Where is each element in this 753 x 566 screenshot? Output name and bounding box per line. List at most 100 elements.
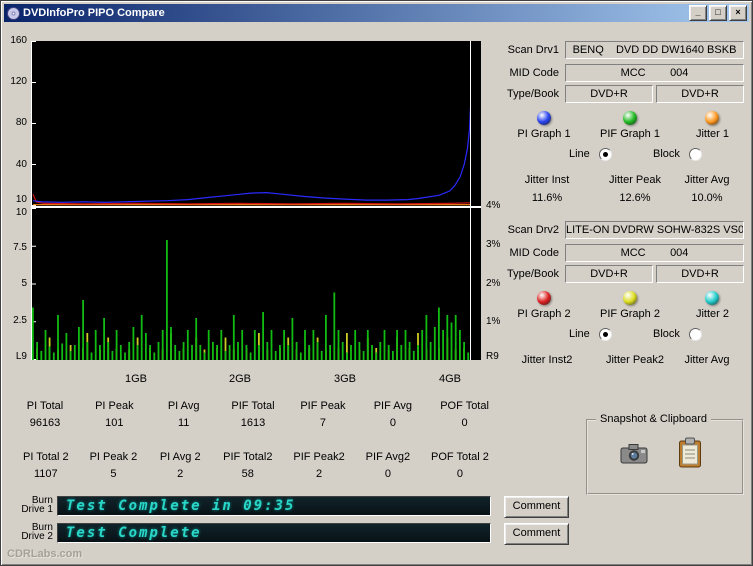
pif-drive1-bars xyxy=(442,330,444,360)
jitter-inst1-label: Jitter Inst xyxy=(524,174,570,186)
jitter-avg2-label: Jitter Avg xyxy=(684,354,730,366)
pif-drive1-bars xyxy=(270,330,273,360)
pif-drive1-bars xyxy=(266,342,269,360)
line1-radio[interactable] xyxy=(599,148,612,161)
pif-drive1-bars xyxy=(241,330,244,360)
pif-drive1-bars xyxy=(199,345,202,360)
pif-drive1-bars xyxy=(82,300,84,360)
pif-drive1-bars xyxy=(136,345,139,360)
pif-drive1-bars xyxy=(341,342,344,360)
block2-label: Block xyxy=(653,328,680,340)
pif-graph2-led-icon[interactable] xyxy=(623,291,637,305)
jitter2-led-icon[interactable] xyxy=(705,291,719,305)
comment2-button[interactable]: Comment xyxy=(504,523,569,545)
camera-snapshot-icon[interactable] xyxy=(620,443,648,465)
pif-drive1-bars xyxy=(459,330,461,360)
y-tick: 40 xyxy=(15,159,27,170)
pif-drive1-bars xyxy=(454,315,457,360)
pif-drive1-bars xyxy=(467,352,470,360)
stat-cell: PIF Peak 7 xyxy=(300,400,345,429)
block1-radio[interactable] xyxy=(689,148,702,161)
pif-graph1-led-icon[interactable] xyxy=(623,111,637,125)
jitter-peak2-label: Jitter Peak2 xyxy=(605,354,665,366)
stat-value: 96163 xyxy=(29,417,61,429)
pif-drive1-bars xyxy=(182,342,185,360)
x-tick: 3GB xyxy=(333,373,356,385)
jitter-peak1-label: Jitter Peak xyxy=(609,174,661,186)
close-button[interactable]: × xyxy=(729,5,747,21)
mid-code2-value: MCC 004 xyxy=(565,244,744,262)
pif-drive1-bars xyxy=(132,327,135,360)
maximize-button[interactable]: □ xyxy=(709,5,727,21)
stat-cell: PIF Avg 0 xyxy=(371,400,415,429)
x-tick: 1GB xyxy=(124,373,147,385)
stat-value: 101 xyxy=(105,417,124,429)
scan-drv1-value: BENQ DVD DD DW1640 BSKB xyxy=(565,41,744,59)
mid-code1-value: MCC 004 xyxy=(565,64,744,82)
stat-value: 11 xyxy=(177,417,190,429)
pif-drive1-bars xyxy=(358,342,361,360)
pif-drive1-bars xyxy=(178,351,181,360)
pif-drive1-bars xyxy=(52,352,55,360)
pif-drive1-bars xyxy=(463,342,465,360)
stat-value: 0 xyxy=(384,468,391,480)
stat-label: POF Total 2 xyxy=(431,451,489,463)
line2-label: Line xyxy=(569,328,590,340)
stat-value: 58 xyxy=(241,468,254,480)
pif-drive1-bars xyxy=(48,346,51,360)
minimize-button[interactable]: _ xyxy=(689,5,707,21)
stat-cell: PI Avg 11 xyxy=(162,400,206,429)
x-tick: 4GB xyxy=(438,373,461,385)
pif-drive1-bars xyxy=(103,318,105,360)
pif-drive1-bars xyxy=(262,312,264,360)
pif-drive1-bars xyxy=(94,330,97,360)
pif-drive1-bars xyxy=(438,307,440,360)
type-book1-value-b: DVD+R xyxy=(656,85,744,103)
pif-drive1-bars xyxy=(279,345,281,360)
pif-drive1-bars xyxy=(228,345,231,360)
pif-drive1-bars xyxy=(195,318,198,360)
pi-chart-plot xyxy=(31,41,481,206)
pif-drive1-bars xyxy=(78,327,80,360)
pif-drive1-bars xyxy=(383,330,386,360)
stat-label: PI Avg xyxy=(167,400,200,412)
pi-graph2-led-icon[interactable] xyxy=(537,291,551,305)
title-bar: DVDInfoPro PIPO Compare _ □ × xyxy=(4,4,749,22)
pif-drive1-bars xyxy=(249,352,252,360)
comment1-button[interactable]: Comment xyxy=(504,496,569,518)
pif-drive1-bars xyxy=(73,345,76,360)
pi-graph1-led-icon[interactable] xyxy=(537,111,551,125)
pif-drive1-bars xyxy=(220,330,223,360)
pi-graph2-label: PI Graph 2 xyxy=(517,308,571,320)
type-book2-label: Type/Book xyxy=(507,268,559,280)
pif-drive1-bars xyxy=(408,342,411,360)
pif-drive1-bars xyxy=(312,330,315,360)
pif-drive1-bars xyxy=(325,315,327,360)
burn-drive2-lcd: Test Complete xyxy=(57,523,491,543)
jitter-inst2-label: Jitter Inst2 xyxy=(521,354,573,366)
pif-drive1-bars xyxy=(207,330,210,360)
pif-drive1-bars xyxy=(429,342,432,360)
pif-drive1-bars xyxy=(253,330,256,360)
stat-value: 2 xyxy=(316,468,323,480)
pif-drive1-bars xyxy=(153,352,156,360)
y-tick: 120 xyxy=(10,76,27,87)
jitter-inst1-value: 11.6% xyxy=(531,192,563,204)
pif-drive1-bars xyxy=(174,345,177,360)
clipboard-copy-icon[interactable] xyxy=(678,437,702,469)
pif-drive1-bars xyxy=(149,345,151,360)
pif-drive1-bars xyxy=(36,342,38,360)
burn-label-line2: Drive 2 xyxy=(21,531,53,542)
pif-drive1-bars xyxy=(375,352,378,360)
pif-drive1-bars xyxy=(366,330,369,360)
stat-value: 5 xyxy=(110,468,117,480)
jitter1-led-icon[interactable] xyxy=(705,111,719,125)
stat-label: PIF Total2 xyxy=(223,451,273,463)
block2-radio[interactable] xyxy=(689,328,702,341)
burn-drive2-label: Burn Drive 2 xyxy=(5,523,53,542)
pif-drive1-bars xyxy=(61,343,64,360)
line2-radio[interactable] xyxy=(599,328,612,341)
pif-drive1-bars xyxy=(212,342,214,360)
pif-drive1-bars xyxy=(170,327,172,360)
cdrlabs-watermark: CDRLabs.com xyxy=(7,548,83,560)
